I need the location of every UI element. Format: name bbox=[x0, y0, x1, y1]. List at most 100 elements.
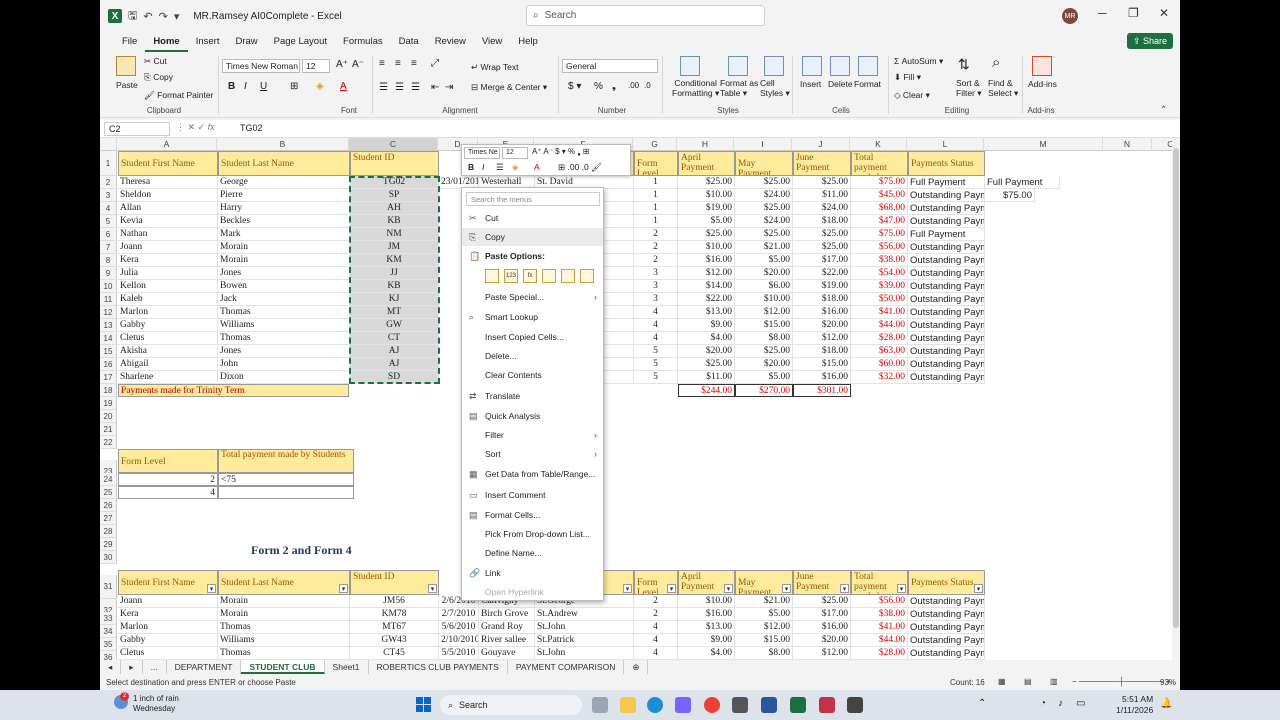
excel-taskbar-icon[interactable] bbox=[790, 697, 806, 713]
row-header-2[interactable]: 2 bbox=[100, 176, 117, 189]
header-total-payment[interactable]: Total payment made by Students bbox=[851, 151, 908, 176]
cell-student-id[interactable]: AH bbox=[350, 202, 439, 215]
wifi-icon[interactable]: ◔ bbox=[1040, 698, 1046, 709]
row-header-34[interactable]: 34 bbox=[100, 625, 117, 638]
page-break-view-icon[interactable]: ▥ bbox=[1050, 677, 1058, 686]
zoom-slider[interactable]: − ───────┼─────── + bbox=[1072, 677, 1171, 686]
filter-dropdown-icon[interactable]: ▾ bbox=[428, 584, 437, 593]
avatar[interactable]: MR bbox=[1062, 8, 1078, 24]
find-select-button[interactable]: Find & Select ▾ bbox=[988, 78, 1018, 99]
tab-view[interactable]: View bbox=[474, 32, 510, 52]
cut-button[interactable]: ✂ Cut bbox=[144, 56, 167, 67]
conditional-formatting-icon[interactable] bbox=[680, 56, 700, 76]
filter-dropdown-icon[interactable]: ▾ bbox=[782, 584, 791, 593]
menu-item-translate[interactable]: ⇄ Translate bbox=[462, 387, 603, 405]
row-header-6[interactable]: 6 bbox=[100, 228, 117, 241]
row-header-7[interactable]: 7 bbox=[100, 241, 117, 254]
column-header-j[interactable]: J bbox=[792, 138, 850, 151]
edge-icon[interactable] bbox=[647, 697, 663, 713]
clear-button[interactable]: ◇ Clear ▾ bbox=[894, 90, 930, 101]
filter-header-first-name[interactable]: Student First Name ▾ bbox=[118, 570, 218, 595]
tab-page-layout[interactable]: Page Layout bbox=[266, 32, 335, 52]
vertical-scrollbar[interactable] bbox=[1172, 138, 1180, 660]
scroll-thumb[interactable] bbox=[1173, 148, 1179, 628]
row-header-17[interactable]: 17 bbox=[100, 371, 117, 384]
filter-dropdown-icon[interactable]: ▾ bbox=[339, 584, 348, 593]
menu-item-paste-special[interactable]: Paste Special... › bbox=[462, 288, 603, 306]
sort-filter-button[interactable]: Sort & Filter ▾ bbox=[956, 78, 982, 99]
cell-student-id[interactable]: GW43 bbox=[350, 634, 439, 647]
cell-styles-button[interactable]: Cell Styles ▾ bbox=[760, 78, 790, 99]
word-icon[interactable] bbox=[761, 697, 777, 713]
orientation-icon[interactable]: ⤢ bbox=[431, 58, 439, 69]
menu-item-delete[interactable]: Delete... bbox=[462, 347, 603, 365]
filter-dropdown-icon[interactable]: ▾ bbox=[623, 584, 632, 593]
customize-qat-icon[interactable]: ▾ bbox=[174, 10, 180, 23]
filter-header-april-payment[interactable]: April Payment ▾ bbox=[678, 570, 735, 595]
formula-input[interactable]: TG02 bbox=[240, 123, 263, 133]
menu-item-cut[interactable]: ✂ Cut bbox=[462, 209, 603, 227]
share-button[interactable]: ⇪ Share bbox=[1127, 33, 1173, 49]
menu-item-smart-lookup[interactable]: ⌕ Smart Lookup bbox=[462, 308, 603, 326]
delete-cells-icon[interactable] bbox=[830, 56, 850, 76]
paste-formulas-icon[interactable]: fx bbox=[523, 269, 537, 283]
cell-student-id[interactable]: SD bbox=[350, 371, 439, 384]
row-header-1[interactable]: 1 bbox=[100, 151, 117, 176]
tab-insert[interactable]: Insert bbox=[188, 32, 228, 52]
find-icon[interactable]: ⌕ bbox=[992, 54, 1000, 71]
sheet-tab-payment-comparison[interactable]: PAYMENT COMPARISON bbox=[508, 660, 625, 674]
row-header-22[interactable]: 22 bbox=[100, 436, 117, 449]
name-box[interactable]: C2 bbox=[104, 122, 170, 136]
filter-dropdown-icon[interactable]: ▾ bbox=[724, 584, 733, 593]
mini-bold-icon[interactable]: B bbox=[468, 162, 474, 172]
filter-dropdown-icon[interactable]: ▾ bbox=[207, 584, 216, 593]
conditional-formatting-button[interactable]: Conditional Formatting ▾ bbox=[672, 78, 719, 99]
sheet-tab-department[interactable]: DEPARTMENT bbox=[167, 660, 242, 674]
close-icon[interactable]: ✕ bbox=[1159, 6, 1169, 20]
row-header-13[interactable]: 13 bbox=[100, 319, 117, 332]
row-header-29[interactable]: 29 bbox=[100, 538, 117, 551]
mini-font-combo[interactable]: Times Ne bbox=[464, 147, 500, 159]
cell-student-id[interactable]: KB bbox=[350, 215, 439, 228]
filter-header-form-level[interactable]: Form Level ▾ bbox=[634, 570, 678, 595]
filter-header-payments-status[interactable]: Payments Status ▾ bbox=[908, 570, 985, 595]
battery-icon[interactable]: ▭ bbox=[1076, 698, 1085, 709]
search-box[interactable]: ⌕ Search bbox=[526, 5, 765, 26]
restore-icon[interactable]: ❐ bbox=[1128, 6, 1139, 20]
header-student-id[interactable]: Student ID bbox=[350, 151, 439, 176]
copy-button[interactable]: ⎘ Copy bbox=[144, 72, 173, 83]
row-header-11[interactable]: 11 bbox=[100, 293, 117, 306]
row-header-5[interactable]: 5 bbox=[100, 215, 117, 228]
row-header-8[interactable]: 8 bbox=[100, 254, 117, 267]
column-header-m[interactable]: M bbox=[984, 138, 1103, 151]
redo-icon[interactable]: ↷ bbox=[159, 10, 168, 23]
row-header-21[interactable]: 21 bbox=[100, 423, 117, 436]
decrease-indent-icon[interactable]: ⇤ bbox=[431, 82, 439, 93]
sheet-tab-student-club[interactable]: STUDENT CLUB bbox=[241, 660, 325, 674]
add-sheet-icon[interactable]: ⊕ bbox=[624, 660, 649, 674]
number-format-combo[interactable]: General bbox=[562, 59, 658, 73]
tab-data[interactable]: Data bbox=[391, 32, 427, 52]
menu-item-link[interactable]: 🔗 Link bbox=[462, 564, 603, 582]
cell-student-id[interactable]: AJ bbox=[350, 358, 439, 371]
row-header-9[interactable]: 9 bbox=[100, 267, 117, 280]
paste-formatting-icon[interactable] bbox=[561, 269, 575, 283]
autosum-button[interactable]: Σ AutoSum ▾ bbox=[894, 56, 943, 67]
snipping-tool-icon[interactable] bbox=[847, 697, 863, 713]
filter-header-last-name[interactable]: Student Last Name ▾ bbox=[218, 570, 350, 595]
access-icon[interactable] bbox=[819, 697, 835, 713]
align-middle-icon[interactable]: ≡ bbox=[395, 58, 401, 69]
worksheet-grid[interactable]: ABCDEFGHIJKLMNOP123456789101112131415161… bbox=[100, 138, 1172, 660]
bold-icon[interactable]: B bbox=[228, 81, 235, 92]
align-left-icon[interactable]: ☰ bbox=[379, 82, 388, 93]
cell-student-id[interactable]: MT67 bbox=[350, 621, 439, 634]
menu-item-copy[interactable]: ⎘ Copy bbox=[462, 228, 603, 246]
menu-item-sort[interactable]: Sort › bbox=[462, 445, 603, 463]
menu-item-get-data[interactable]: ▦ Get Data from Table/Range... bbox=[462, 465, 603, 483]
column-header-a[interactable]: A bbox=[117, 138, 217, 151]
row-header-26[interactable]: 26 bbox=[100, 499, 117, 512]
sort-filter-icon[interactable]: ⇅ bbox=[958, 56, 970, 73]
filter-header-june-payment[interactable]: June Payment ▾ bbox=[793, 570, 851, 595]
cell-student-id[interactable]: SP bbox=[350, 189, 439, 202]
underline-icon[interactable]: U bbox=[260, 81, 267, 92]
